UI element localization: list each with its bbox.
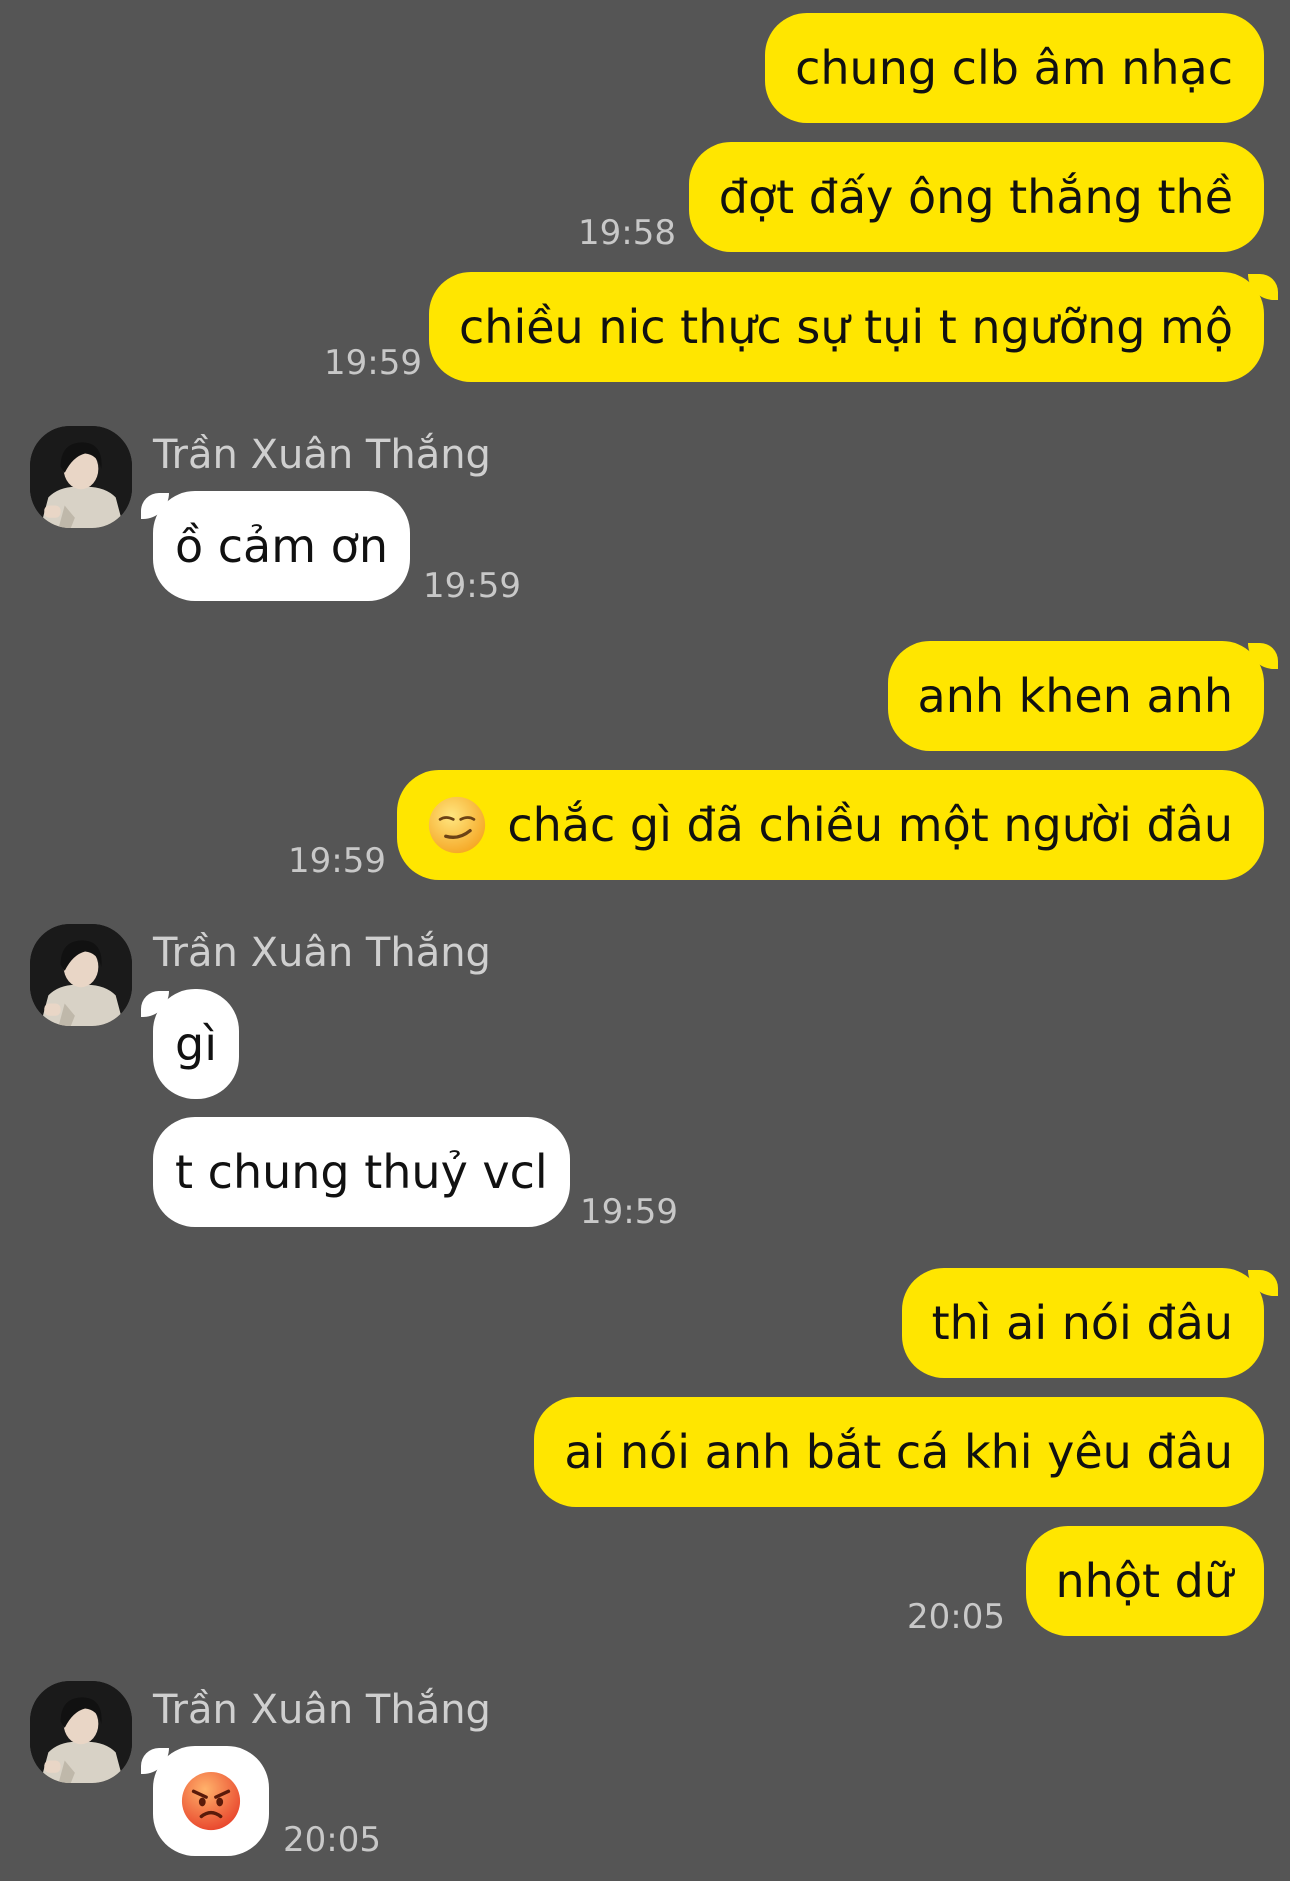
message-text: anh khen anh xyxy=(917,669,1234,723)
message-timestamp: 19:59 xyxy=(580,1192,678,1232)
sender-name: Trần Xuân Thắng xyxy=(153,930,491,976)
smirk-emoji-icon xyxy=(427,795,487,855)
my-message-bubble[interactable]: nhột dữ xyxy=(1025,1526,1264,1636)
message-timestamp: 19:58 xyxy=(578,213,676,253)
message-text: thì ai nói đâu xyxy=(931,1296,1233,1350)
my-message-bubble[interactable]: anh khen anh xyxy=(887,641,1278,751)
message-text: chiều nic thực sự tụi t ngưỡng mộ xyxy=(459,300,1233,354)
message-timestamp: 19:59 xyxy=(324,343,422,383)
angry-face-emoji-icon xyxy=(180,1770,242,1832)
message-text: chung clb âm nhạc xyxy=(795,41,1233,95)
message-text: đợt đấy ông thắng thề xyxy=(718,170,1233,224)
message-text: t chung thuỷ vcl xyxy=(175,1145,548,1199)
my-message-bubble[interactable]: chắc gì đã chiều một người đâu xyxy=(397,770,1264,880)
their-message-bubble[interactable] xyxy=(141,1746,269,1856)
my-message-bubble[interactable]: thì ai nói đâu xyxy=(901,1268,1279,1378)
message-text: nhột dữ xyxy=(1055,1554,1233,1608)
their-message-bubble[interactable]: ồ cảm ơn xyxy=(141,491,410,601)
message-text: chắc gì đã chiều một người đâu xyxy=(507,798,1233,852)
my-message-bubble[interactable]: ai nói anh bắt cá khi yêu đâu xyxy=(534,1397,1264,1507)
message-timestamp: 20:05 xyxy=(283,1820,381,1860)
my-message-bubble[interactable]: đợt đấy ông thắng thề xyxy=(688,142,1264,252)
message-timestamp: 19:59 xyxy=(288,841,386,881)
message-timestamp: 19:59 xyxy=(423,566,521,606)
sender-name: Trần Xuân Thắng xyxy=(153,1687,491,1733)
contact-avatar[interactable] xyxy=(30,924,132,1026)
avatar-photo-icon xyxy=(30,924,132,1026)
their-message-bubble[interactable]: gì xyxy=(141,989,239,1099)
message-text: ồ cảm ơn xyxy=(175,519,388,573)
my-message-bubble[interactable]: chung clb âm nhạc xyxy=(765,13,1264,123)
contact-avatar[interactable] xyxy=(30,426,132,528)
their-message-bubble[interactable]: t chung thuỷ vcl xyxy=(153,1117,570,1227)
contact-avatar[interactable] xyxy=(30,1681,132,1783)
sender-name: Trần Xuân Thắng xyxy=(153,432,491,478)
message-text: gì xyxy=(175,1017,217,1071)
message-timestamp: 20:05 xyxy=(907,1597,1005,1637)
avatar-photo-icon xyxy=(30,426,132,528)
message-text: ai nói anh bắt cá khi yêu đâu xyxy=(564,1425,1233,1479)
avatar-photo-icon xyxy=(30,1681,132,1783)
my-message-bubble[interactable]: chiều nic thực sự tụi t ngưỡng mộ xyxy=(429,272,1278,382)
